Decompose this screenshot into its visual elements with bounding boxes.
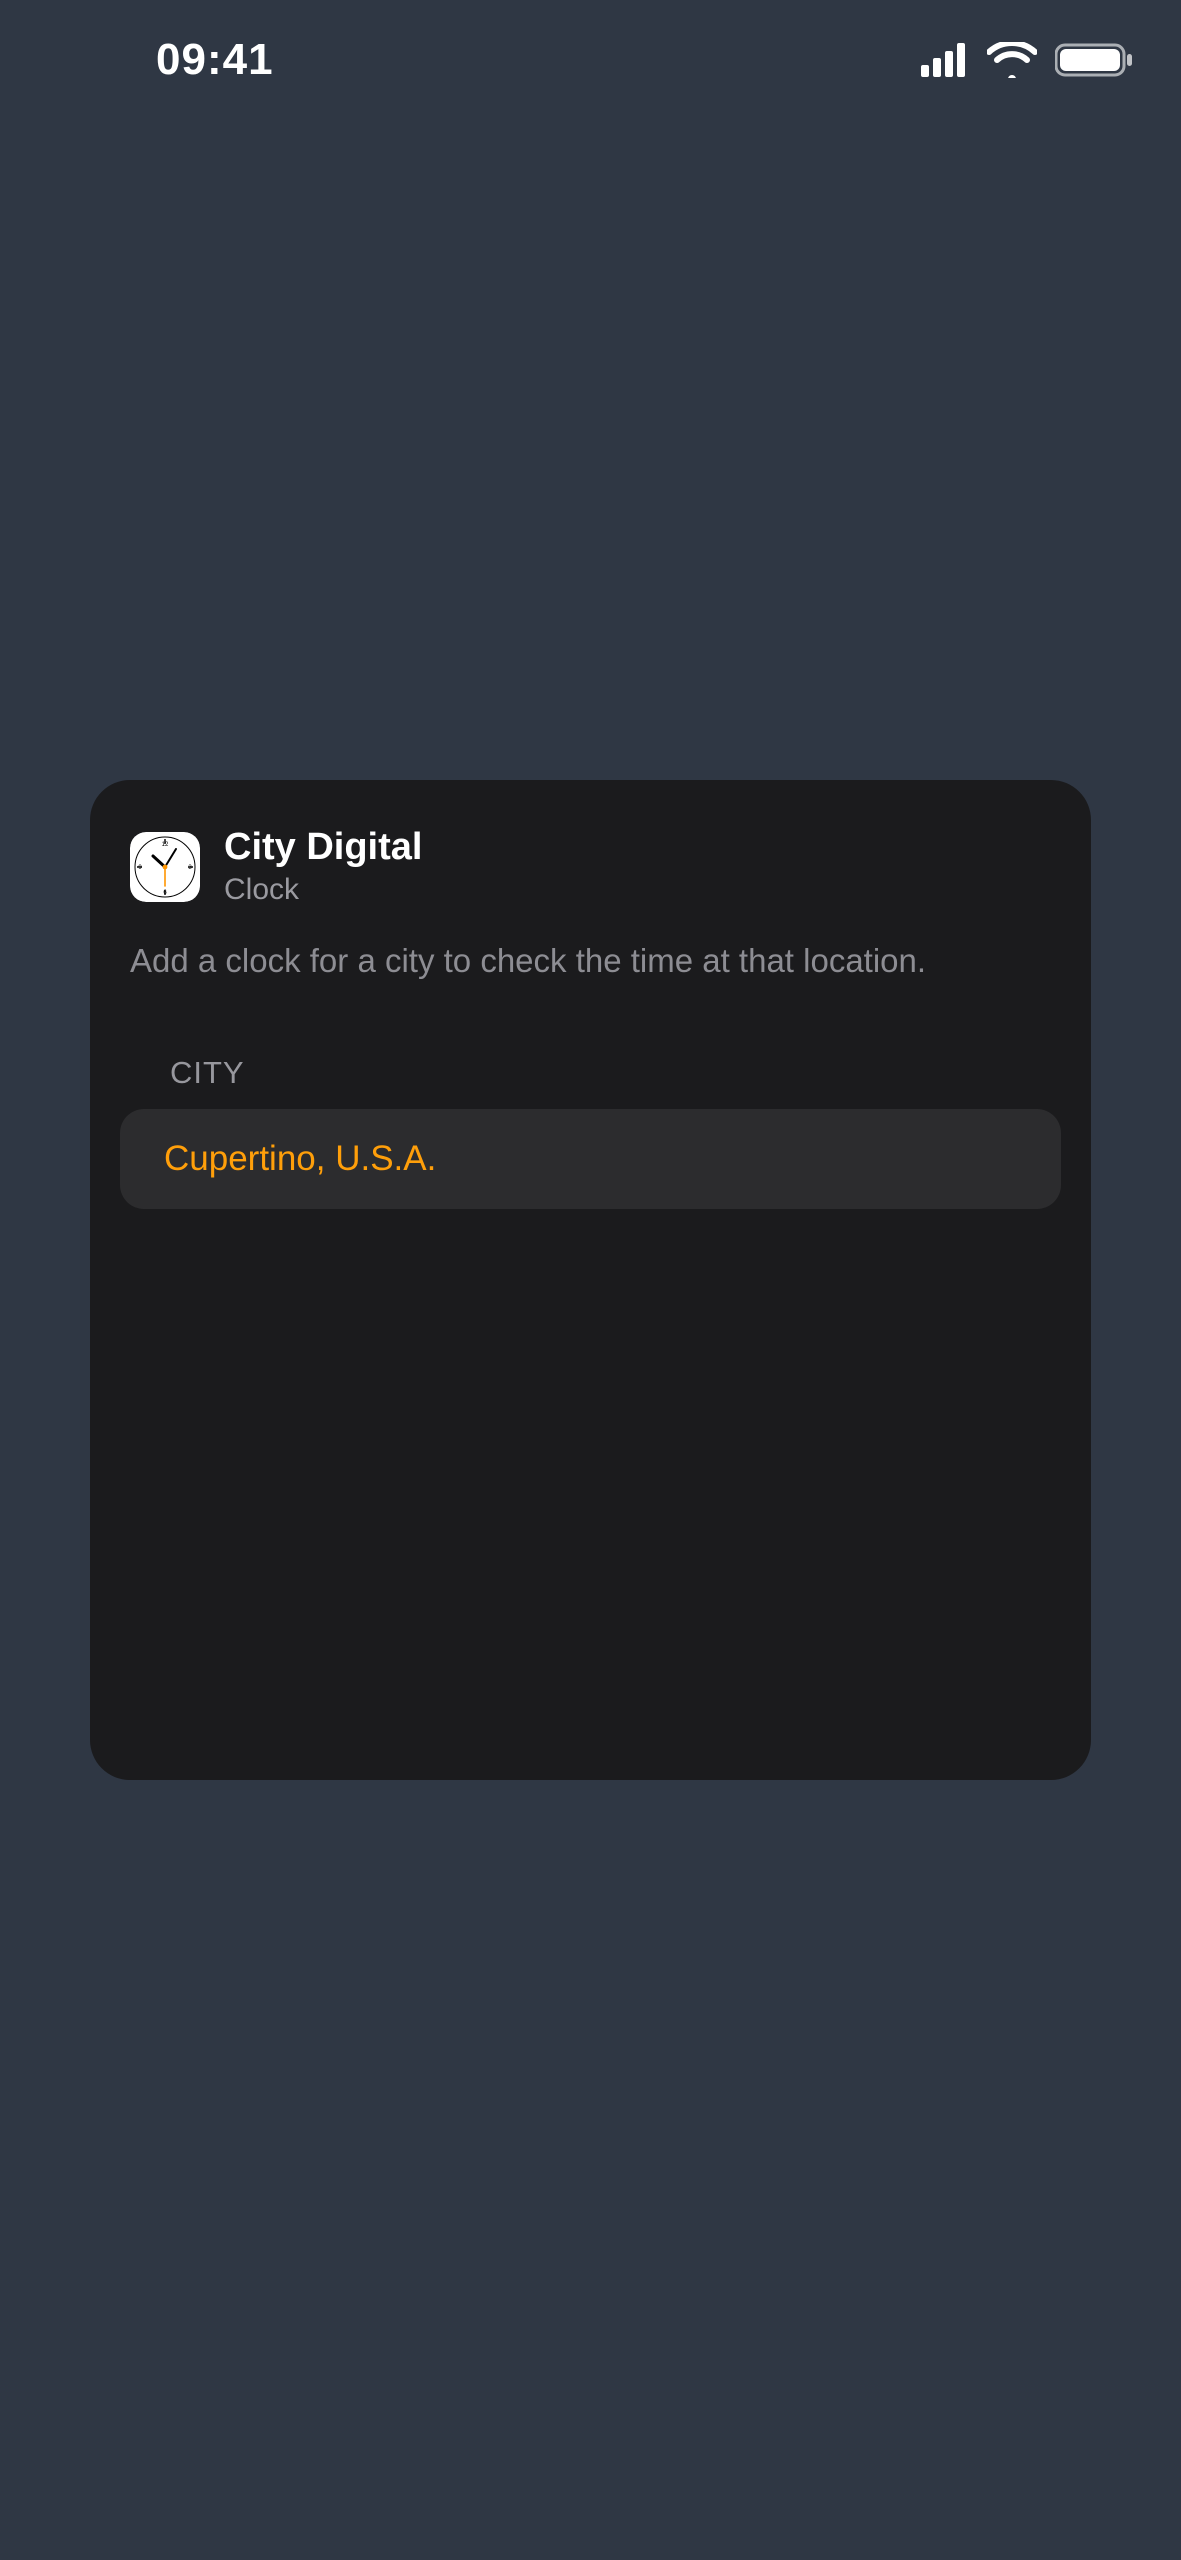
widget-title: City Digital [224,826,422,870]
clock-app-icon: 12 3 6 9 [130,832,200,902]
city-picker-value: Cupertino, U.S.A. [164,1139,436,1179]
city-section-label: CITY [90,983,1091,1103]
status-bar: 09:41 [0,0,1181,120]
widget-config-card: 12 3 6 9 City Digital Clock Add a clock … [90,780,1091,1780]
cellular-icon [921,43,969,77]
widget-source-app: Clock [224,872,422,908]
status-time: 09:41 [56,35,274,85]
status-icons [921,42,1133,78]
svg-text:12: 12 [162,842,169,848]
battery-icon [1055,42,1133,78]
card-title-block: City Digital Clock [224,826,422,908]
card-header: 12 3 6 9 City Digital Clock [90,826,1091,908]
widget-description: Add a clock for a city to check the time… [90,908,1091,983]
city-picker-row[interactable]: Cupertino, U.S.A. [120,1109,1061,1209]
wifi-icon [987,42,1037,78]
